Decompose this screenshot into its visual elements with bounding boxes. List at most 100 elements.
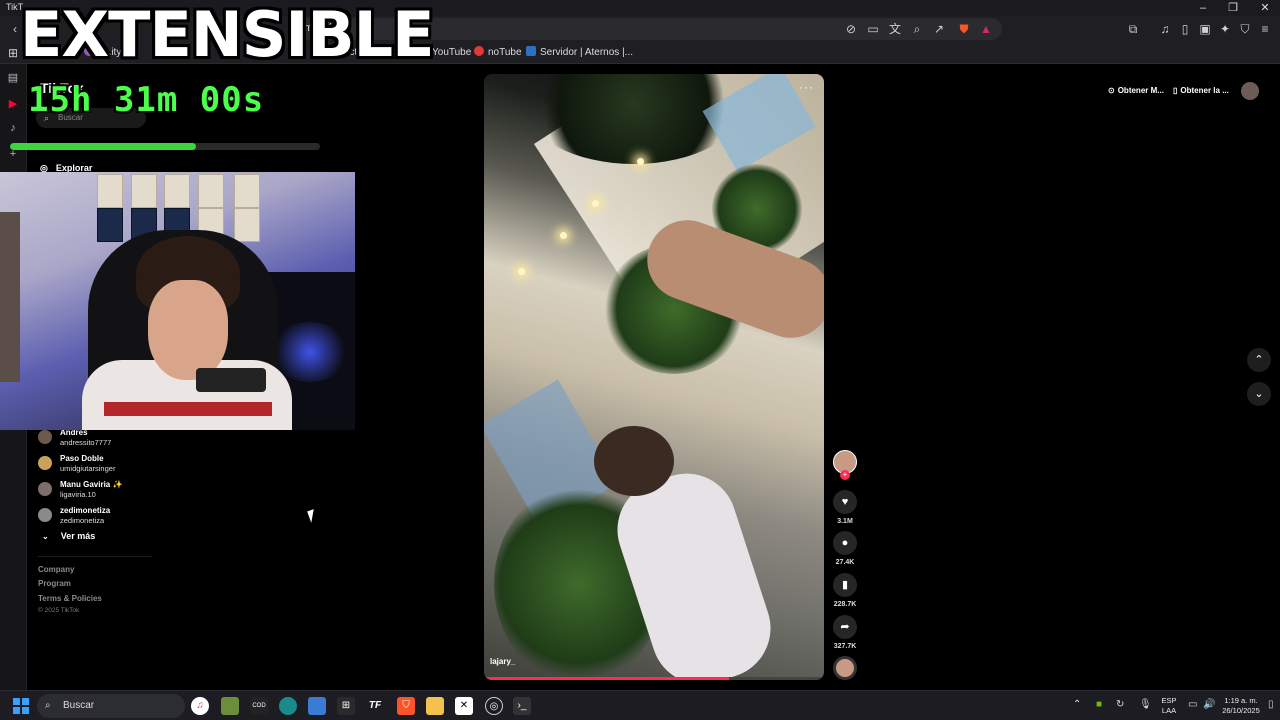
divider <box>38 556 152 557</box>
share-icon[interactable]: ↗ <box>930 20 948 38</box>
see-more-button[interactable]: ⌄ Ver más <box>42 531 95 541</box>
get-app-button[interactable]: ⊙ Obtener M... <box>1108 82 1164 100</box>
brave-icon[interactable]: ⛉ <box>397 697 415 715</box>
account-item[interactable]: Paso Doble umidgiutarsinger <box>38 454 158 476</box>
poster <box>198 174 224 208</box>
tf-icon[interactable]: TF <box>366 697 384 715</box>
taskbar-search[interactable]: ⌕ Buscar <box>37 694 185 718</box>
account-handle: umidgiutarsinger <box>60 464 116 473</box>
maximize-button[interactable]: ❐ <box>1218 0 1248 16</box>
microphone-icon[interactable]: 🎙 <box>1139 699 1152 710</box>
close-button[interactable]: ✕ <box>1250 0 1280 16</box>
video-hair <box>594 426 674 496</box>
poster <box>97 208 123 242</box>
minecraft-icon[interactable] <box>221 697 239 715</box>
comment-button[interactable]: ● <box>833 531 857 555</box>
youtube-rail-icon[interactable]: ▶ <box>5 96 21 112</box>
taskbar-search-label: Buscar <box>63 700 95 711</box>
app-icon[interactable] <box>279 697 297 715</box>
video-light <box>518 268 525 275</box>
share-button[interactable]: ➦ <box>833 615 857 639</box>
menu-icon[interactable]: ≡ <box>1256 20 1274 38</box>
comment-icon: ● <box>841 537 849 549</box>
sync-icon[interactable]: ↻ <box>1116 699 1124 710</box>
terminal-icon[interactable]: ›_ <box>513 697 531 715</box>
next-video-button[interactable]: ⌄ <box>1247 382 1271 406</box>
cast-icon[interactable]: ▭ <box>864 20 882 38</box>
save-count: 228.7K <box>833 601 857 608</box>
call-of-duty-icon[interactable]: COD <box>250 697 268 715</box>
comment-count: 27.4K <box>835 559 855 566</box>
account-item[interactable]: Manu Gaviria ✨ ligaviria.10 <box>38 480 158 502</box>
video-progress-fill <box>484 677 729 680</box>
app-icon: ⊙ <box>1108 86 1115 95</box>
translate-icon[interactable]: 文 <box>886 20 904 38</box>
notepad-icon[interactable] <box>308 697 326 715</box>
previous-video-button[interactable]: ⌃ <box>1247 348 1271 372</box>
wallet-icon[interactable]: ▣ <box>1196 20 1214 38</box>
vpn-icon[interactable]: ⛉ <box>1236 20 1254 38</box>
poster <box>164 174 190 208</box>
footer-terms[interactable]: Terms & Policies <box>38 594 102 603</box>
tab-search-icon[interactable]: ⧉ <box>1124 20 1142 38</box>
video-player[interactable]: ··· lajary_ <box>484 74 824 680</box>
mouse-cursor <box>307 509 318 523</box>
poster <box>97 174 123 208</box>
profile-avatar[interactable] <box>1241 82 1259 100</box>
footer-program[interactable]: Program <box>38 579 71 588</box>
get-coins-button[interactable]: ▯ Obtener la ... <box>1173 82 1229 100</box>
file-explorer-icon[interactable] <box>426 697 444 715</box>
video-light <box>637 158 644 165</box>
read-mode-icon[interactable]: ⊘ <box>842 20 860 38</box>
leo-ai-icon[interactable]: ✦ <box>1216 20 1234 38</box>
zoom-icon[interactable]: ⌕ <box>908 20 926 38</box>
more-options-icon[interactable]: ··· <box>799 80 814 94</box>
minimize-button[interactable]: – <box>1188 0 1218 16</box>
account-item[interactable]: Andres andressito7777 <box>38 428 158 450</box>
device-icon: ▯ <box>1173 86 1178 95</box>
volume-icon[interactable]: 🔊 <box>1203 699 1215 710</box>
video-progress-bar[interactable] <box>484 677 824 680</box>
stream-progress-fill <box>10 143 196 150</box>
clock[interactable]: 1:19 a. m. 26/10/2025 <box>1218 696 1264 720</box>
avatar <box>38 430 52 444</box>
account-handle: zedimonetiza <box>60 516 105 525</box>
reading-list-icon[interactable]: ▤ <box>5 70 21 86</box>
shirt-stripe <box>104 402 272 416</box>
poster <box>131 174 157 208</box>
chevron-up-icon[interactable]: ⌃ <box>1073 699 1081 710</box>
store-icon[interactable]: ⊞ <box>337 697 355 715</box>
bookmark-aternos[interactable]: Servidor | Aternos |... <box>526 45 633 61</box>
brave-shield-icon[interactable]: ⛊ <box>955 20 973 38</box>
media-icon[interactable]: ♫ <box>1156 20 1174 38</box>
sidebar-toggle-icon[interactable]: ▯ <box>1176 20 1194 38</box>
account-name: Paso Doble <box>60 454 104 463</box>
bookmark-notube[interactable]: noTube <box>474 45 522 61</box>
like-count: 3.1M <box>837 518 853 525</box>
share-arrow-icon: ➦ <box>840 621 850 633</box>
start-button[interactable] <box>13 698 29 714</box>
account-name: Manu Gaviria ✨ <box>60 480 123 489</box>
like-button[interactable]: ♥ <box>833 490 857 514</box>
webcam-feed <box>0 172 355 430</box>
stream-progress-bar <box>10 143 320 150</box>
avatar <box>38 482 52 496</box>
notube-icon <box>474 46 484 56</box>
notification-icon[interactable]: ▯ <box>1268 699 1274 710</box>
nvidia-icon[interactable]: ■ <box>1096 699 1102 710</box>
capcut-icon[interactable]: ✕ <box>455 697 473 715</box>
save-button[interactable]: ▮ <box>833 573 857 597</box>
display-icon[interactable]: ▭ <box>1188 699 1197 710</box>
microphone <box>196 368 266 392</box>
music-disc[interactable] <box>833 656 857 680</box>
itunes-icon[interactable]: ♫ <box>191 697 209 715</box>
tiktok-rail-icon[interactable]: ♪ <box>5 120 21 136</box>
steam-icon[interactable]: ◎ <box>485 697 503 715</box>
follow-plus-icon[interactable]: + <box>840 470 850 480</box>
chevron-down-icon: ⌄ <box>42 532 49 541</box>
footer-company[interactable]: Company <box>38 565 74 574</box>
language-indicator[interactable]: ESP LAA <box>1158 696 1180 720</box>
video-username[interactable]: lajary_ <box>490 657 515 666</box>
brave-rewards-icon[interactable]: ▲ <box>977 20 995 38</box>
account-item[interactable]: zedimonetiza zedimonetiza <box>38 506 158 528</box>
